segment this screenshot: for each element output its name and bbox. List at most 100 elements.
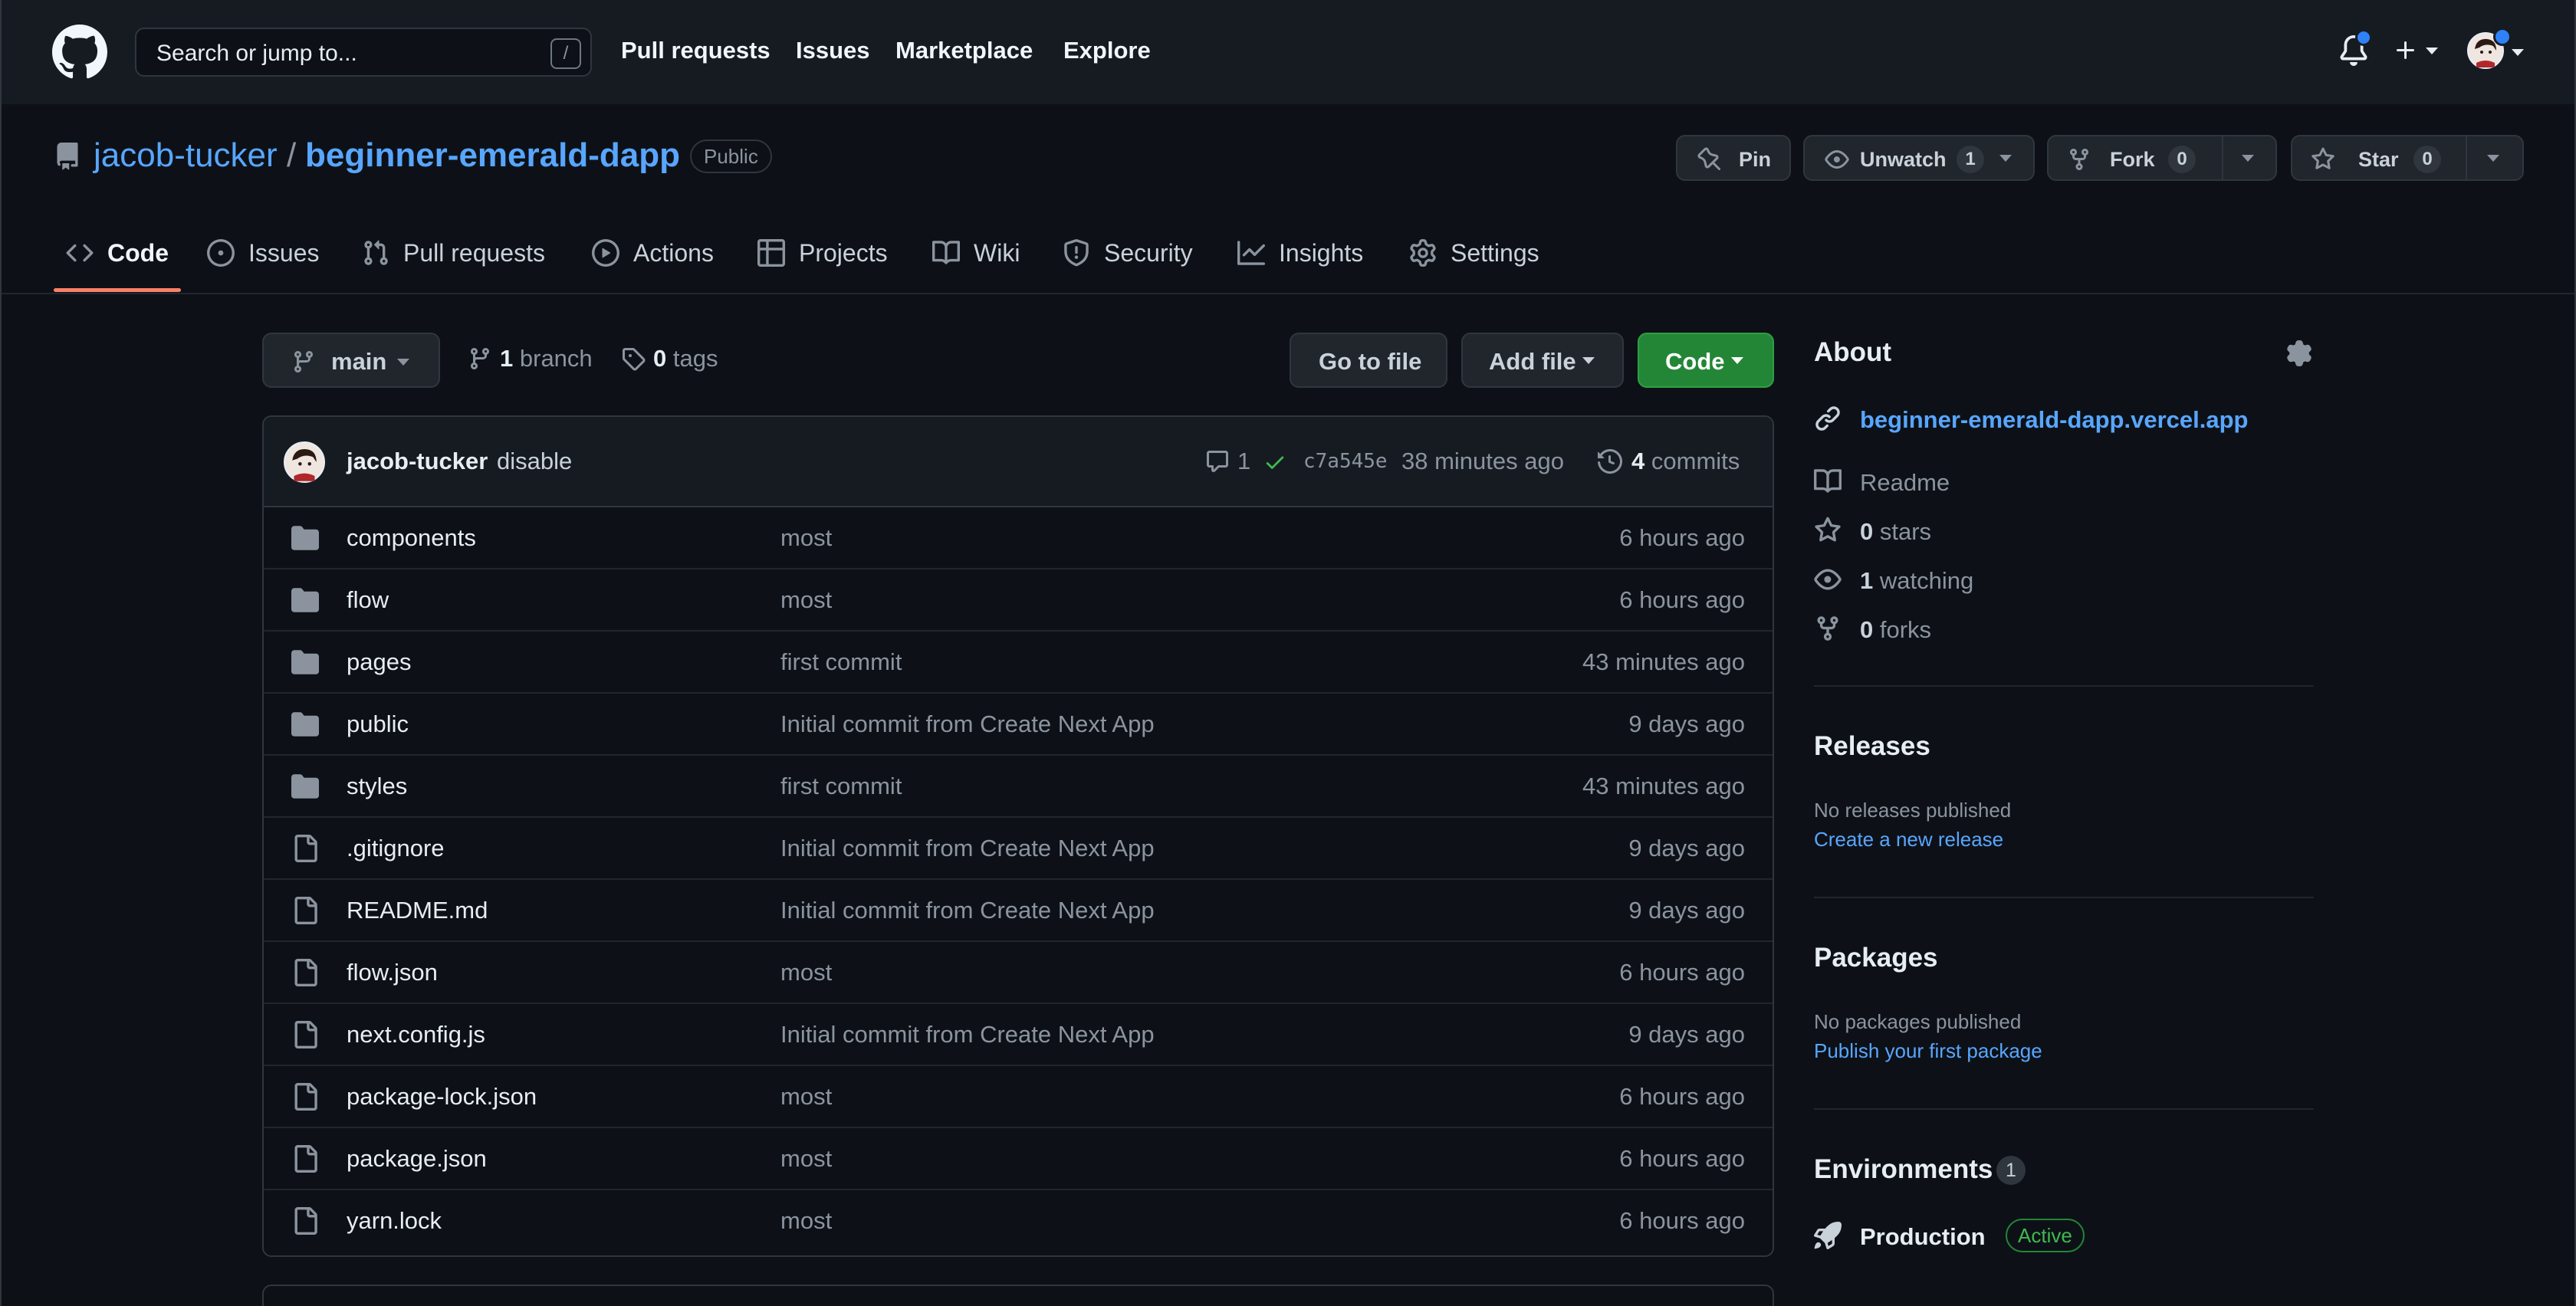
file-name-link[interactable]: components [347, 524, 476, 552]
book-icon [932, 241, 960, 264]
branch-label: branch [519, 345, 593, 372]
status-indicator [2493, 28, 2512, 46]
folder-icon [291, 774, 319, 799]
commit-author[interactable]: jacob-tucker [347, 448, 488, 475]
nav-marketplace[interactable]: Marketplace [895, 37, 1033, 64]
file-commit-message[interactable]: most [780, 1145, 832, 1173]
repo-owner-link[interactable]: jacob-tucker [94, 136, 278, 175]
button-divider [2466, 136, 2467, 179]
fork-label: Fork [2110, 148, 2155, 171]
chevron-down-icon [1731, 357, 1743, 364]
file-commit-message[interactable]: Initial commit from Create Next App [780, 710, 1155, 738]
issue-opened-icon [207, 239, 235, 267]
github-logo-icon[interactable] [52, 25, 107, 80]
fork-button[interactable]: Fork 0 [2047, 135, 2277, 181]
comment-icon[interactable] [1205, 449, 1230, 474]
file-commit-message[interactable]: most [780, 1207, 832, 1235]
create-release-link[interactable]: Create a new release [1814, 828, 2003, 852]
packages-heading[interactable]: Packages [1814, 943, 1938, 973]
file-commit-age: 9 days ago [1628, 710, 1745, 737]
file-row[interactable]: .gitignore Initial commit from Create Nex… [264, 818, 1773, 880]
file-commit-message[interactable]: Initial commit from Create Next App [780, 1021, 1155, 1048]
nav-pull-requests[interactable]: Pull requests [621, 37, 770, 64]
file-name-link[interactable]: public [347, 710, 409, 738]
branch-selector[interactable]: main [262, 333, 440, 388]
chevron-down-icon[interactable] [2242, 155, 2254, 162]
file-commit-age: 6 hours ago [1619, 959, 1745, 986]
publish-package-link[interactable]: Publish your first package [1814, 1039, 2042, 1063]
eye-icon [1825, 150, 1849, 169]
file-name-link[interactable]: next.config.js [347, 1021, 485, 1048]
file-commit-message[interactable]: most [780, 959, 832, 986]
file-commit-age: 6 hours ago [1619, 1145, 1745, 1172]
file-commit-message[interactable]: first commit [780, 773, 902, 800]
gear-icon[interactable] [2286, 340, 2312, 366]
file-name-link[interactable]: styles [347, 773, 407, 800]
nav-issues[interactable]: Issues [796, 37, 870, 64]
file-name-link[interactable]: package-lock.json [347, 1083, 537, 1111]
code-button[interactable]: Code [1638, 333, 1774, 388]
tab-label: Pull requests [403, 239, 545, 267]
file-name-link[interactable]: .gitignore [347, 835, 445, 862]
chevron-down-icon[interactable] [1999, 155, 2012, 162]
file-commit-message[interactable]: most [780, 1083, 832, 1111]
file-name-link[interactable]: yarn.lock [347, 1207, 442, 1235]
file-commit-message[interactable]: first commit [780, 648, 902, 676]
about-heading: About [1814, 337, 1892, 367]
website-url: beginner-emerald-dapp.vercel.app [1860, 406, 2249, 433]
file-name-link[interactable]: package.json [347, 1145, 487, 1173]
pin-button[interactable]: Pin [1676, 135, 1791, 181]
star-icon [2312, 147, 2334, 169]
file-commit-message[interactable]: Initial commit from Create Next App [780, 835, 1155, 862]
file-name-link[interactable]: pages [347, 648, 411, 676]
packages-empty-text: No packages published [1814, 1010, 2022, 1033]
nav-explore[interactable]: Explore [1063, 37, 1151, 64]
file-row[interactable]: README.md Initial commit from Create Next… [264, 880, 1773, 942]
sidebar-divider [1814, 897, 2314, 898]
search-input[interactable]: Search or jump to... / [135, 28, 592, 77]
releases-empty-text: No releases published [1814, 799, 2012, 822]
file-row[interactable]: next.config.js Initial commit from Create… [264, 1004, 1773, 1066]
file-commit-age: 6 hours ago [1619, 586, 1745, 613]
file-name-link[interactable]: README.md [347, 897, 488, 924]
file-row[interactable]: styles first commit 43 minutes ago [264, 756, 1773, 818]
commit-message[interactable]: disable [497, 448, 572, 475]
create-new-menu[interactable] [2394, 34, 2444, 67]
file-row[interactable]: package.json most 6 hours ago [264, 1128, 1773, 1190]
add-file-button[interactable]: Add file [1461, 333, 1624, 388]
repo-name-link[interactable]: beginner-emerald-dapp [305, 136, 680, 175]
environments-heading[interactable]: Environments [1814, 1154, 1993, 1185]
file-commit-age: 6 hours ago [1619, 1207, 1745, 1234]
unwatch-button[interactable]: Unwatch 1 [1803, 135, 2035, 181]
book-icon [1814, 469, 1842, 493]
commits-link[interactable]: 4 commits [1631, 448, 1740, 475]
commit-count: 4 [1631, 448, 1645, 474]
file-name-link[interactable]: flow.json [347, 959, 438, 986]
check-icon[interactable] [1263, 451, 1286, 474]
file-row[interactable]: yarn.lock most 6 hours ago [264, 1190, 1773, 1252]
go-to-file-button[interactable]: Go to file [1290, 333, 1447, 388]
sidebar-divider [1814, 1108, 2314, 1110]
notification-indicator [2355, 29, 2372, 46]
file-row[interactable]: pages first commit 43 minutes ago [264, 632, 1773, 694]
file-name-link[interactable]: flow [347, 586, 389, 614]
folder-icon [291, 588, 319, 612]
file-commit-message[interactable]: most [780, 586, 832, 614]
file-row[interactable]: flow most 6 hours ago [264, 569, 1773, 632]
star-icon [1815, 517, 1841, 542]
star-count: 0 [2413, 146, 2441, 173]
file-row[interactable]: package-lock.json most 6 hours ago [264, 1066, 1773, 1128]
file-row[interactable]: flow.json most 6 hours ago [264, 942, 1773, 1004]
file-commit-message[interactable]: Initial commit from Create Next App [780, 897, 1155, 924]
tag-label: tags [672, 345, 718, 372]
tab-label: Wiki [974, 239, 1020, 267]
commit-sha[interactable]: c7a545e [1303, 450, 1388, 473]
folder-icon [291, 650, 319, 674]
file-row[interactable]: components most 6 hours ago [264, 507, 1773, 569]
file-row[interactable]: public Initial commit from Create Next Ap… [264, 694, 1773, 756]
releases-heading[interactable]: Releases [1814, 731, 1930, 762]
avatar[interactable] [284, 441, 325, 483]
chevron-down-icon[interactable] [2487, 155, 2499, 162]
file-commit-message[interactable]: most [780, 524, 832, 552]
star-button[interactable]: Star 0 [2291, 135, 2524, 181]
